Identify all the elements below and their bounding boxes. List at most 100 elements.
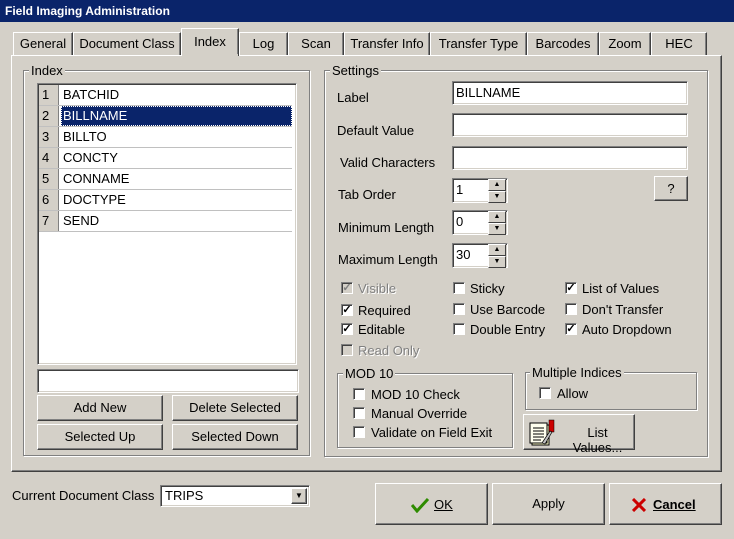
grid-row[interactable]: 4 CONCTY xyxy=(39,148,292,169)
minimum-length-spinner[interactable]: 0 ▲ ▼ xyxy=(452,210,508,235)
row-field-name: SEND xyxy=(63,213,100,228)
spin-buttons: ▲ ▼ xyxy=(488,244,508,268)
index-grid[interactable]: 1 BATCHID 2 BILLNAME 3 BILLTO 4 CONCTY 5 CONN… xyxy=(37,83,297,365)
new-index-input[interactable] xyxy=(37,369,299,393)
sticky-checkbox[interactable] xyxy=(453,282,465,294)
current-document-class-caption: Current Document Class xyxy=(12,488,155,503)
row-field-name: BILLNAME xyxy=(61,106,292,126)
use-barcode-checkbox[interactable] xyxy=(453,303,465,315)
tab-order-caption: Tab Order xyxy=(338,187,396,202)
row-number: 4 xyxy=(39,148,59,168)
ok-label: OK xyxy=(434,497,453,512)
active-tab-joiner xyxy=(182,54,238,57)
grid-row-selected[interactable]: 2 BILLNAME xyxy=(39,106,292,127)
auto-dropdown-label: Auto Dropdown xyxy=(582,322,672,337)
spin-up-icon[interactable]: ▲ xyxy=(488,179,506,191)
default-value-input[interactable] xyxy=(452,113,688,137)
apply-button[interactable]: Apply xyxy=(492,483,605,525)
grid-row[interactable]: 7 SEND xyxy=(39,211,292,232)
maximum-length-spinner[interactable]: 30 ▲ ▼ xyxy=(452,243,508,268)
tab-label: Transfer Info xyxy=(350,36,424,51)
document-class-select[interactable]: TRIPS ▼ xyxy=(160,485,310,507)
row-number: 7 xyxy=(39,211,59,231)
row-number: 1 xyxy=(39,85,59,105)
list-values-button[interactable]: List Values... xyxy=(523,414,635,455)
double-entry-checkbox[interactable] xyxy=(453,323,465,335)
spin-up-icon[interactable]: ▲ xyxy=(488,244,506,256)
manual-override-label: Manual Override xyxy=(371,406,468,421)
allow-label: Allow xyxy=(557,386,589,401)
visible-label: Visible xyxy=(358,281,397,296)
use-barcode-label: Use Barcode xyxy=(470,302,546,317)
tab-label: Transfer Type xyxy=(438,36,519,51)
selected-up-button[interactable]: Selected Up xyxy=(37,424,163,450)
delete-selected-button[interactable]: Delete Selected xyxy=(172,395,298,421)
tab-zoom[interactable]: Zoom xyxy=(599,32,651,56)
grid-row[interactable]: 5 CONNAME xyxy=(39,169,292,190)
row-field-name: CONCTY xyxy=(63,150,118,165)
settings-legend: Settings xyxy=(330,63,381,78)
index-legend: Index xyxy=(29,63,65,78)
spin-up-icon[interactable]: ▲ xyxy=(488,211,506,223)
list-of-values-label: List of Values xyxy=(582,281,660,296)
tab-hec[interactable]: HEC xyxy=(651,32,707,56)
spin-down-icon[interactable]: ▼ xyxy=(488,191,506,203)
label-caption: Label xyxy=(337,90,369,105)
validate-on-exit-checkbox[interactable] xyxy=(353,426,365,438)
grid-row[interactable]: 3 BILLTO xyxy=(39,127,292,148)
tab-label: Zoom xyxy=(608,36,642,51)
read-only-label: Read Only xyxy=(358,343,420,358)
mod10-legend: MOD 10 xyxy=(343,366,396,381)
row-number: 5 xyxy=(39,169,59,189)
list-of-values-checkbox[interactable]: ✓ xyxy=(565,282,577,294)
manual-override-checkbox[interactable] xyxy=(353,407,365,419)
tab-barcodes[interactable]: Barcodes xyxy=(527,32,599,56)
read-only-checkbox[interactable] xyxy=(341,344,353,356)
add-new-button[interactable]: Add New xyxy=(37,395,163,421)
double-entry-label: Double Entry xyxy=(470,322,546,337)
ok-button[interactable]: OK xyxy=(375,483,488,525)
row-field-name: BILLTO xyxy=(63,129,107,144)
valid-characters-input[interactable] xyxy=(452,146,688,170)
spin-buttons: ▲ ▼ xyxy=(488,211,508,235)
row-field-name: DOCTYPE xyxy=(63,192,126,207)
tab-label: HEC xyxy=(665,36,693,51)
tab-label: Log xyxy=(252,36,275,51)
allow-checkbox[interactable] xyxy=(539,387,551,399)
cancel-label: Cancel xyxy=(653,497,696,512)
tab-order-value: 1 xyxy=(456,182,464,197)
window-title: Field Imaging Administration xyxy=(0,0,734,22)
tab-scan[interactable]: Scan xyxy=(288,32,344,56)
tab-transfer-info[interactable]: Transfer Info xyxy=(344,32,430,56)
tab-label: Scan xyxy=(301,36,331,51)
chevron-down-icon[interactable]: ▼ xyxy=(291,488,307,504)
close-icon xyxy=(632,498,646,512)
cancel-button[interactable]: Cancel xyxy=(609,483,722,525)
tab-order-spinner[interactable]: 1 ▲ ▼ xyxy=(452,178,508,203)
multiple-indices-legend: Multiple Indices xyxy=(530,365,624,380)
help-button[interactable]: ? xyxy=(654,176,688,201)
grid-row[interactable]: 1 BATCHID xyxy=(39,85,292,106)
grid-row[interactable]: 6 DOCTYPE xyxy=(39,190,292,211)
row-number: 6 xyxy=(39,190,59,210)
tab-transfer-type[interactable]: Transfer Type xyxy=(430,32,527,56)
selected-down-button[interactable]: Selected Down xyxy=(172,424,298,450)
tab-index[interactable]: Index xyxy=(181,28,239,56)
mod10-check-checkbox[interactable] xyxy=(353,388,365,400)
required-checkbox[interactable]: ✓ xyxy=(341,304,353,316)
tab-document-class[interactable]: Document Class xyxy=(73,32,181,56)
tab-general[interactable]: General xyxy=(13,32,73,56)
label-input[interactable]: BILLNAME xyxy=(452,81,688,105)
maximum-length-value: 30 xyxy=(456,247,471,262)
spin-down-icon[interactable]: ▼ xyxy=(488,256,506,268)
auto-dropdown-checkbox[interactable]: ✓ xyxy=(565,323,577,335)
editable-checkbox[interactable]: ✓ xyxy=(341,323,353,335)
tab-label: General xyxy=(19,36,67,51)
dont-transfer-label: Don't Transfer xyxy=(582,302,664,317)
row-number: 2 xyxy=(39,106,59,126)
row-number: 3 xyxy=(39,127,59,147)
spin-down-icon[interactable]: ▼ xyxy=(488,223,506,235)
visible-checkbox[interactable]: ✓ xyxy=(341,282,353,294)
dont-transfer-checkbox[interactable] xyxy=(565,303,577,315)
tab-log[interactable]: Log xyxy=(239,32,288,56)
